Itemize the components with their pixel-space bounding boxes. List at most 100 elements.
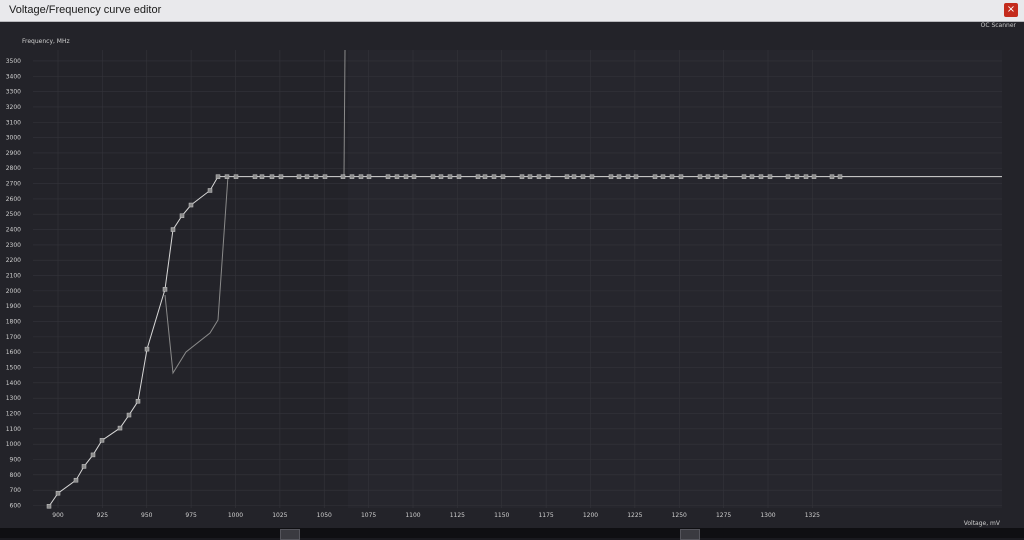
y-tick-label: 1400 — [6, 380, 21, 387]
x-tick-label: 1025 — [272, 512, 287, 519]
curve-point-handle[interactable] — [580, 174, 586, 179]
curve-point-handle[interactable] — [456, 174, 462, 179]
curve-point-handle[interactable] — [837, 174, 843, 179]
curve-point-handle[interactable] — [188, 202, 194, 208]
curve-point-handle[interactable] — [705, 174, 711, 179]
y-tick-labels: 600 700 800 900 1000 1100 1200 1300 1400 1500 1600… — [6, 58, 21, 510]
y-tick-label: 3100 — [6, 119, 21, 126]
curve-point-handle[interactable] — [430, 174, 436, 179]
curve-point-handle[interactable] — [536, 174, 542, 179]
x-tick-label: 1225 — [627, 512, 642, 519]
y-tick-label: 900 — [10, 457, 22, 464]
y-tick-label: 2300 — [6, 242, 21, 249]
curve-point-handle[interactable] — [633, 174, 639, 179]
curve-point-handle[interactable] — [46, 504, 52, 509]
curve-point-handle[interactable] — [608, 174, 614, 179]
curve-point-handle[interactable] — [519, 174, 525, 179]
curve-point-handle[interactable] — [527, 174, 533, 179]
curve-point-handle[interactable] — [722, 174, 728, 179]
curve-point-handle[interactable] — [625, 174, 631, 179]
x-tick-label: 1275 — [716, 512, 731, 519]
curve-point-handle[interactable] — [411, 174, 417, 179]
curve-point-handle[interactable] — [99, 438, 105, 443]
curve-point-handle[interactable] — [652, 174, 658, 179]
x-axis-label: Voltage, mV — [964, 520, 1001, 527]
curve-point-handle[interactable] — [73, 477, 79, 483]
curve-point-handle[interactable] — [322, 174, 328, 179]
curve-point-handle[interactable] — [340, 174, 346, 179]
curve-point-handle[interactable] — [697, 174, 703, 179]
curve-point-handle[interactable] — [366, 174, 372, 179]
curve-point-handle[interactable] — [224, 174, 230, 179]
taskbar-app-icon[interactable] — [680, 529, 700, 540]
curve-point-handle[interactable] — [500, 174, 506, 179]
curve-point-handle[interactable] — [81, 464, 87, 469]
curve-point-handle[interactable] — [438, 174, 444, 179]
taskbar-app-icon[interactable] — [280, 529, 300, 540]
curve-point-handle[interactable] — [233, 174, 239, 179]
y-tick-label: 1200 — [6, 411, 21, 418]
curve-point-handle[interactable] — [758, 174, 764, 179]
x-tick-label: 1075 — [361, 512, 376, 519]
curve-point-handle[interactable] — [296, 174, 302, 179]
curve-point-handle[interactable] — [269, 174, 275, 179]
y-tick-label: 700 — [10, 487, 22, 494]
curve-point-handle[interactable] — [126, 412, 132, 418]
curve-point-handle[interactable] — [482, 174, 488, 179]
curve-point-handle[interactable] — [215, 174, 221, 179]
curve-point-handle[interactable] — [785, 174, 791, 179]
y-tick-label: 1100 — [6, 426, 21, 433]
locked-region — [348, 50, 1002, 508]
curve-point-handle[interactable] — [403, 174, 409, 179]
curve-point-handle[interactable] — [829, 174, 835, 179]
curve-point-handle[interactable] — [564, 174, 570, 179]
curve-point-handle[interactable] — [475, 174, 481, 179]
y-tick-label: 2600 — [6, 196, 21, 203]
curve-point-handle[interactable] — [714, 174, 720, 179]
curve-point-handle[interactable] — [660, 174, 666, 179]
curve-point-handle[interactable] — [545, 174, 551, 179]
curve-point-handle[interactable] — [616, 174, 622, 179]
curve-point-handle[interactable] — [385, 174, 391, 179]
curve-point-handle[interactable] — [170, 227, 176, 232]
curve-point-handle[interactable] — [90, 452, 96, 458]
curve-point-handle[interactable] — [162, 287, 168, 292]
curve-point-handle[interactable] — [678, 174, 684, 179]
y-tick-label: 3200 — [6, 104, 21, 111]
curve-point-handle[interactable] — [349, 174, 355, 179]
x-tick-label: 1325 — [805, 512, 820, 519]
curve-point-handle[interactable] — [55, 490, 61, 496]
curve-point-handle[interactable] — [117, 425, 123, 431]
curve-point-handle[interactable] — [135, 399, 141, 404]
curve-point-handle[interactable] — [179, 213, 185, 219]
curve-point-handle[interactable] — [669, 174, 675, 179]
curve-point-handle[interactable] — [278, 174, 284, 179]
x-tick-label: 950 — [141, 512, 153, 519]
curve-point-handle[interactable] — [811, 174, 817, 179]
curve-point-handle[interactable] — [313, 174, 319, 179]
y-tick-label: 2100 — [6, 273, 21, 280]
curve-point-handle[interactable] — [358, 174, 364, 179]
curve-point-handle[interactable] — [741, 174, 747, 179]
curve-point-handle[interactable] — [589, 174, 595, 179]
y-axis-label: Frequency, MHz — [22, 38, 70, 45]
y-tick-label: 1900 — [6, 303, 21, 310]
curve-point-handle[interactable] — [491, 174, 497, 179]
curve-point-handle[interactable] — [207, 188, 213, 193]
y-tick-label: 2700 — [6, 181, 21, 188]
vf-curve-chart[interactable]: 600 700 800 900 1000 1100 1200 1300 1400 1500 1600… — [0, 0, 1024, 528]
curve-point-handle[interactable] — [252, 174, 258, 179]
curve-point-handle[interactable] — [394, 174, 400, 179]
curve-point-handle[interactable] — [571, 174, 577, 179]
curve-point-handle[interactable] — [304, 174, 310, 179]
curve-point-handle[interactable] — [803, 174, 809, 179]
curve-point-handle[interactable] — [749, 174, 755, 179]
curve-point-handle[interactable] — [259, 174, 265, 179]
y-tick-label: 2500 — [6, 211, 21, 218]
curve-point-handle[interactable] — [447, 174, 453, 179]
curve-point-handle[interactable] — [767, 174, 773, 179]
x-tick-label: 925 — [97, 512, 109, 519]
curve-point-handle[interactable] — [794, 174, 800, 179]
curve-point-handle[interactable] — [144, 346, 150, 352]
y-tick-label: 1800 — [6, 319, 21, 326]
